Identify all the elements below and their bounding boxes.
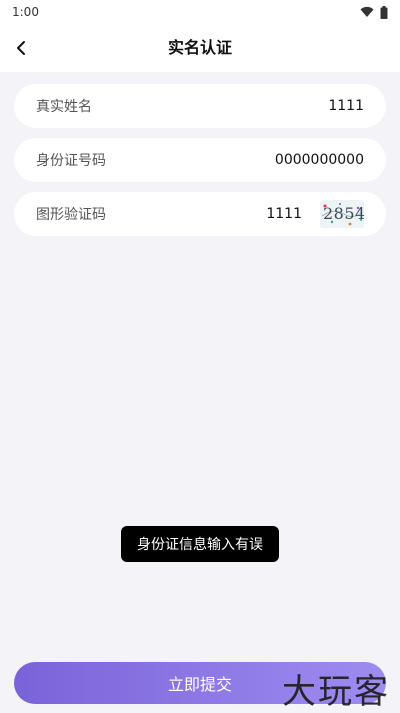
captcha-field[interactable]: 图形验证码 1111 2854 [14, 192, 386, 236]
captcha-image[interactable]: 2854 [320, 200, 364, 228]
captcha-row: 1111 2854 [266, 200, 364, 228]
error-toast: 身份证信息输入有误 [121, 526, 279, 562]
page-title: 实名认证 [167, 38, 232, 57]
captcha-label: 图形验证码 [36, 207, 106, 223]
id-number-label: 身份证号码 [36, 153, 106, 169]
real-name-label: 真实姓名 [36, 99, 92, 115]
status-time: 1:00 [12, 5, 39, 19]
battery-icon [380, 5, 388, 19]
captcha-text: 2854 [323, 204, 364, 223]
captcha-value[interactable]: 1111 [266, 206, 302, 222]
wifi-icon [360, 6, 374, 17]
status-icons [360, 5, 388, 19]
real-name-value[interactable]: 1111 [328, 98, 364, 114]
watermark-logo: 大玩客 [282, 672, 390, 712]
status-bar: 1:00 [0, 0, 400, 24]
id-number-value[interactable]: 0000000000 [275, 152, 364, 168]
real-name-field[interactable]: 真实姓名 1111 [14, 84, 386, 128]
header: 实名认证 [0, 24, 400, 72]
id-number-field[interactable]: 身份证号码 0000000000 [14, 138, 386, 182]
